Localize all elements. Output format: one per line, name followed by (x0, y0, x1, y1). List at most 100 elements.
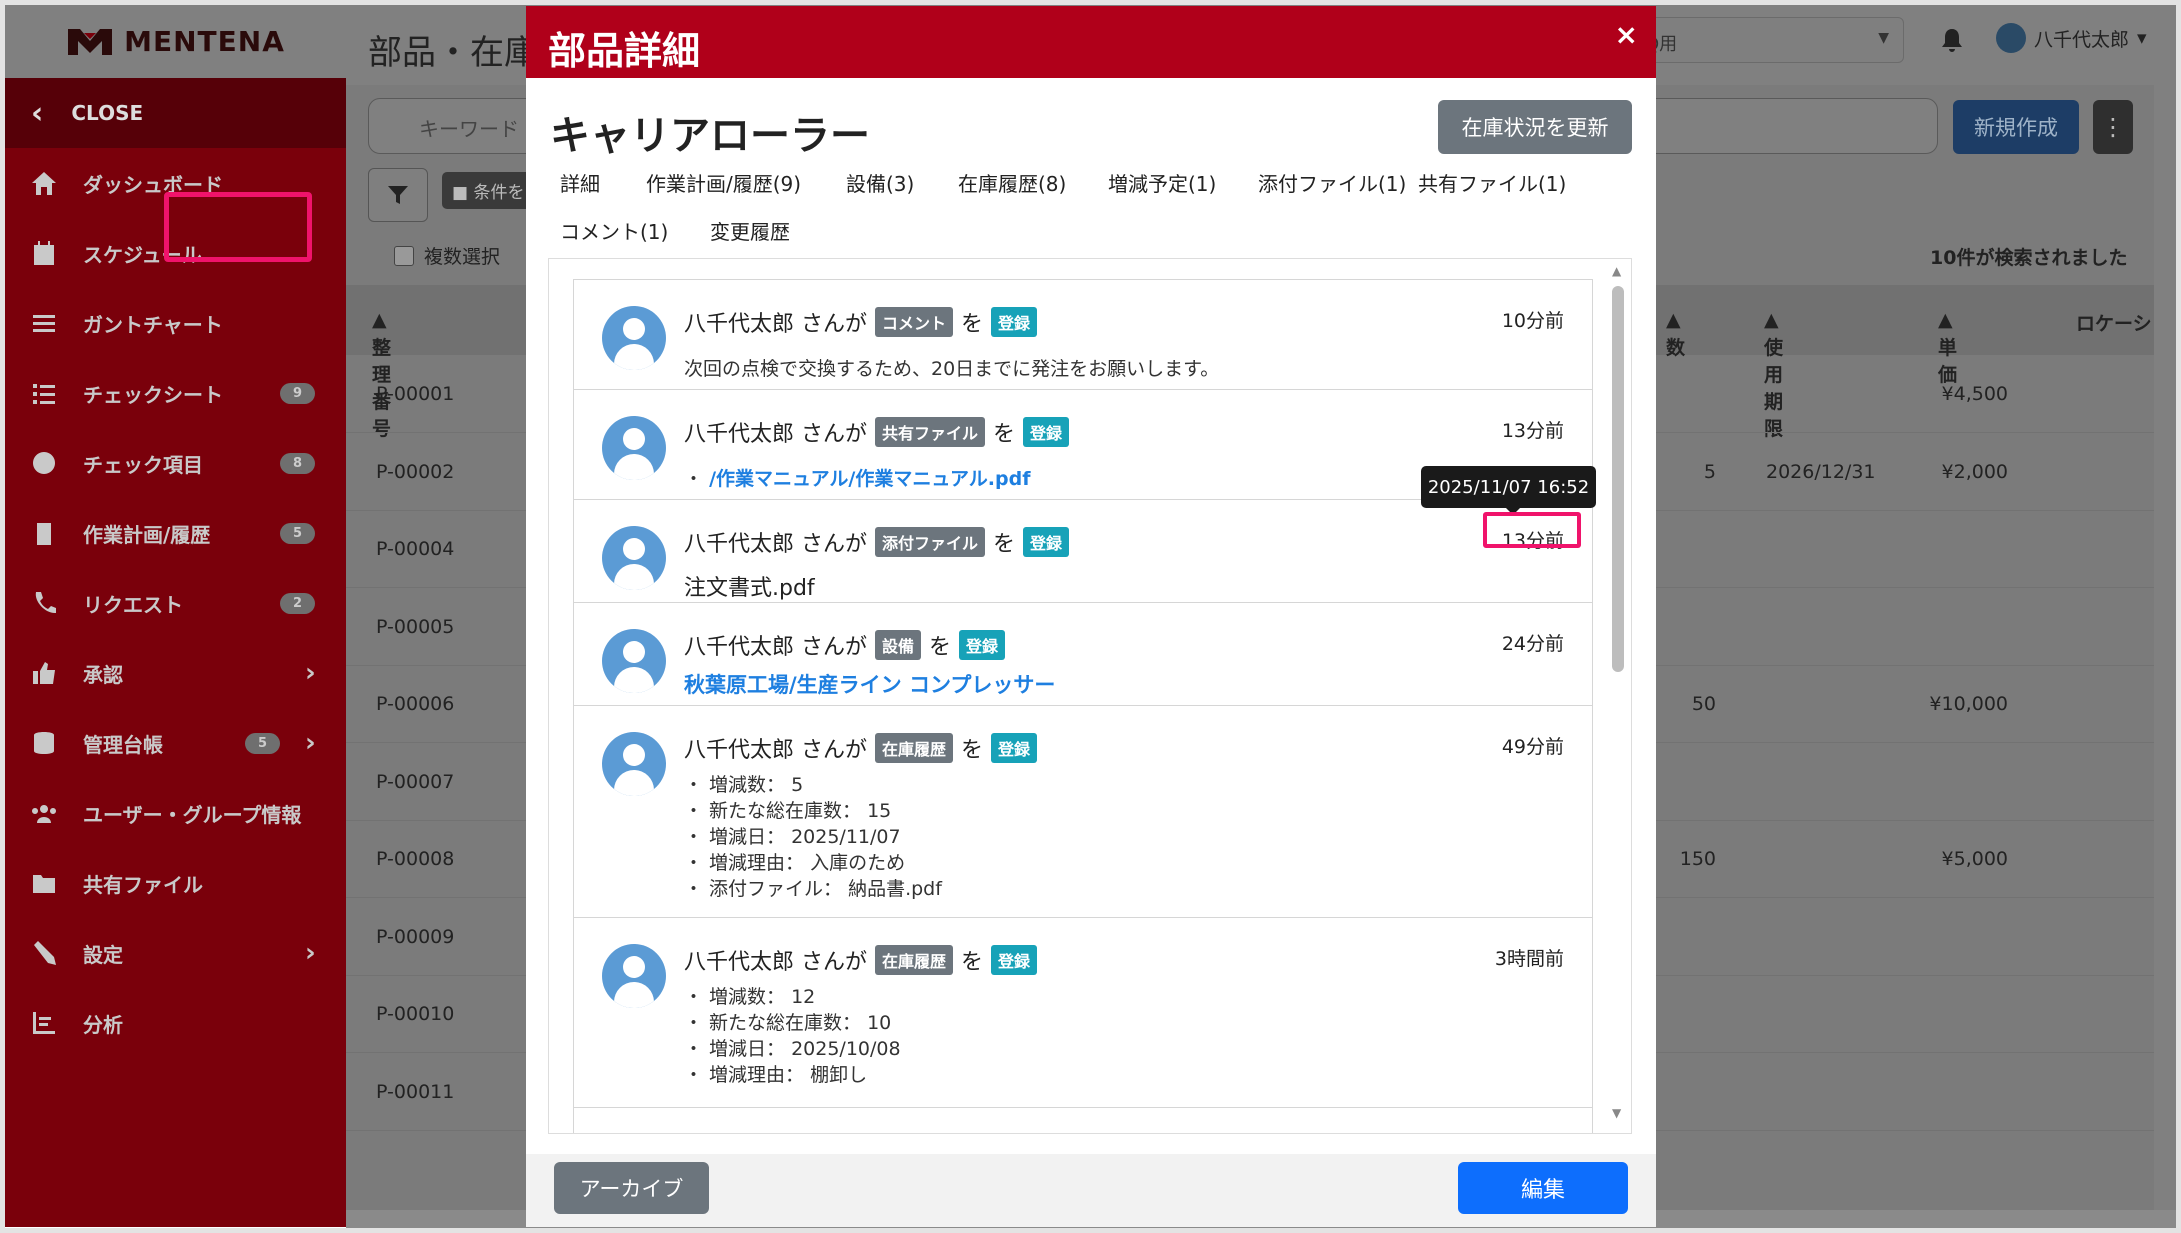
shared-file-link[interactable]: /作業マニュアル/作業マニュアル.pdf (709, 468, 1030, 490)
sidebar-item-11[interactable]: 設定 › (5, 918, 346, 988)
history-time[interactable]: 24分前 (1502, 629, 1564, 656)
tab-3[interactable]: 在庫履歴(8) (958, 168, 1066, 197)
history-user: 八千代太郎 さんが (684, 422, 867, 447)
history-details: ・ 増減数： 12 ・ 新たな総在庫数： 10 ・ 増減日： 2025/10/08 ・… (684, 984, 901, 1088)
history-list: 八千代太郎 さんが コメント を 登録 10分前 次回の点検で交換するため、20日… (573, 279, 1593, 1133)
update-stock-button[interactable]: 在庫状況を更新 (1438, 100, 1632, 154)
equipment-link[interactable]: 秋葉原工場/生産ライン コンプレッサー (684, 669, 1055, 699)
history-headline: 八千代太郎 さんが コメント を 登録 (684, 306, 1038, 338)
sidebar-close-button[interactable]: ‹ CLOSE (5, 78, 346, 148)
modal-footer: アーカイブ 編集 (526, 1154, 1656, 1227)
sidebar-item-3[interactable]: チェックシート 9 (5, 358, 346, 428)
sidebar-item-8[interactable]: 管理台帳 5 › (5, 708, 346, 778)
new-button[interactable]: 新規作成 (1953, 100, 2079, 154)
col-header-id[interactable]: 整理番号 ▲ (372, 309, 391, 440)
detail-line: ・ 増減数： 5 (684, 774, 804, 796)
history-item: 八千代太郎 さんが 添付ファイル を 登録 13分前 注文書式.pdf (574, 500, 1592, 603)
history-feed: 八千代太郎 さんが コメント を 登録 10分前 次回の点検で交換するため、20日… (548, 258, 1632, 1134)
sidebar-item-4[interactable]: チェック項目 8 (5, 428, 346, 498)
cell-id: P-00004 (376, 538, 455, 560)
history-time[interactable]: 13分前 (1502, 416, 1564, 443)
save-icon: ■ (452, 183, 469, 203)
menu-lines-icon (29, 308, 59, 338)
user-name: 八千代太郎 (2034, 28, 2130, 51)
archive-button[interactable]: アーカイブ (554, 1162, 709, 1214)
target-tag: 共有ファイル (875, 417, 986, 447)
user-menu[interactable]: 八千代太郎 ▾ (1996, 23, 2147, 53)
cell-id: P-00006 (376, 693, 455, 715)
action-tag: 登録 (1023, 527, 1070, 557)
sidebar-item-6[interactable]: リクエスト 2 (5, 568, 346, 638)
tab-7[interactable]: コメント(1) (560, 216, 668, 245)
count-badge: 8 (280, 452, 316, 474)
view-select[interactable]: Q用 ▼ (1634, 17, 1904, 63)
mentena-logo-icon (68, 28, 113, 55)
timestamp-tooltip: 2025/11/07 16:52 (1421, 466, 1596, 508)
sidebar-item-2[interactable]: ガントチャート (5, 288, 346, 358)
particle: を (929, 635, 952, 660)
history-details: ・ 増減数： 5 ・ 新たな総在庫数： 15 ・ 増減日： 2025/11/07 ・ … (684, 772, 942, 902)
user-avatar-icon (602, 732, 666, 796)
col-header-expiry[interactable]: 使用期限 ▲ (1764, 309, 1783, 440)
sidebar-item-label: 設定 (83, 942, 123, 967)
particle: を (961, 312, 984, 337)
modal-header: 部品詳細 × (526, 6, 1656, 78)
checkbox[interactable] (394, 245, 414, 266)
col-header-qty[interactable]: 数 ▲ (1666, 309, 1685, 359)
gauge-icon (29, 448, 59, 478)
sidebar-item-5[interactable]: 作業計画/履歴 5 (5, 498, 346, 568)
multi-select-checkbox[interactable]: 複数選択 (394, 242, 500, 269)
edit-button[interactable]: 編集 (1458, 1162, 1628, 1214)
count-badge: 5 (245, 732, 281, 754)
tab-6[interactable]: 共有ファイル(1) (1418, 168, 1566, 197)
col-header-location[interactable]: ロケーシ (2076, 309, 2152, 336)
target-tag: 添付ファイル (875, 527, 986, 557)
history-time[interactable]: 49分前 (1502, 732, 1564, 759)
sidebar-item-label: リクエスト (83, 592, 183, 617)
attachment-name[interactable]: 注文書式.pdf (684, 570, 815, 602)
tab-1[interactable]: 作業計画/履歴(9) (646, 168, 801, 197)
bell-icon[interactable] (1940, 27, 1964, 53)
tab-0[interactable]: 詳細 (560, 168, 600, 197)
chevron-left-icon: ‹ (31, 95, 44, 131)
scroll-down-icon[interactable]: ▼ (1612, 1106, 1621, 1120)
history-item: 八千代太郎 さんが 在庫履歴 を 登録 49分前・ 増減数： 5 ・ 新たな総在庫… (574, 706, 1592, 918)
sidebar-item-label: チェックシート (83, 382, 223, 407)
col-header-price[interactable]: 単価 ▲ (1938, 309, 1957, 386)
more-options-icon[interactable]: ⋮ (2093, 100, 2133, 154)
modal-title: 部品詳細 (548, 29, 701, 73)
tab-4[interactable]: 増減予定(1) (1108, 168, 1216, 197)
tab-8[interactable]: 変更履歴 (710, 216, 790, 245)
history-user: 八千代太郎 さんが (684, 950, 867, 975)
feed-scrollbar-thumb[interactable] (1612, 286, 1624, 672)
tab-2[interactable]: 設備(3) (846, 168, 914, 197)
sidebar-close-label: CLOSE (71, 101, 144, 125)
action-tag: 登録 (959, 630, 1006, 660)
history-time[interactable]: 10分前 (1502, 306, 1564, 333)
user-avatar-icon (602, 416, 666, 480)
vertical-scrollbar[interactable] (2154, 65, 2176, 1210)
target-tag: 設備 (875, 630, 922, 660)
tab-5[interactable]: 添付ファイル(1) (1258, 168, 1406, 197)
filter-button[interactable] (368, 168, 428, 222)
history-headline: 八千代太郎 さんが 在庫履歴 を 登録 (684, 732, 1038, 764)
sidebar-item-10[interactable]: 共有ファイル (5, 848, 346, 918)
scroll-up-icon[interactable]: ▲ (1612, 264, 1621, 278)
result-count: 10件が検索されました (1930, 247, 2128, 269)
page-title: 部品・在庫 (368, 33, 538, 73)
condition-button[interactable]: ■ 条件を (442, 172, 535, 209)
cell-id: P-00009 (376, 925, 455, 948)
close-icon[interactable]: × (1615, 18, 1638, 51)
bullet: ・ (684, 468, 704, 490)
particle: を (961, 738, 984, 763)
sidebar-item-7[interactable]: 承認 › (5, 638, 346, 708)
sidebar-item-9[interactable]: ユーザー・グループ情報 (5, 778, 346, 848)
history-time[interactable]: 3時間前 (1495, 944, 1564, 971)
home-icon (29, 168, 59, 198)
detail-line: ・ 増減日： 2025/11/07 (684, 826, 901, 848)
sidebar: MENTENA ‹ CLOSE ダッシュボード スケジュール ガントチャート チ… (5, 5, 346, 1227)
sidebar-item-12[interactable]: 分析 (5, 988, 346, 1058)
action-tag: 登録 (1023, 417, 1070, 447)
history-headline: 八千代太郎 さんが 設備 を 登録 (684, 629, 1006, 661)
detail-line: ・ 増減日： 2025/10/08 (684, 1038, 901, 1060)
